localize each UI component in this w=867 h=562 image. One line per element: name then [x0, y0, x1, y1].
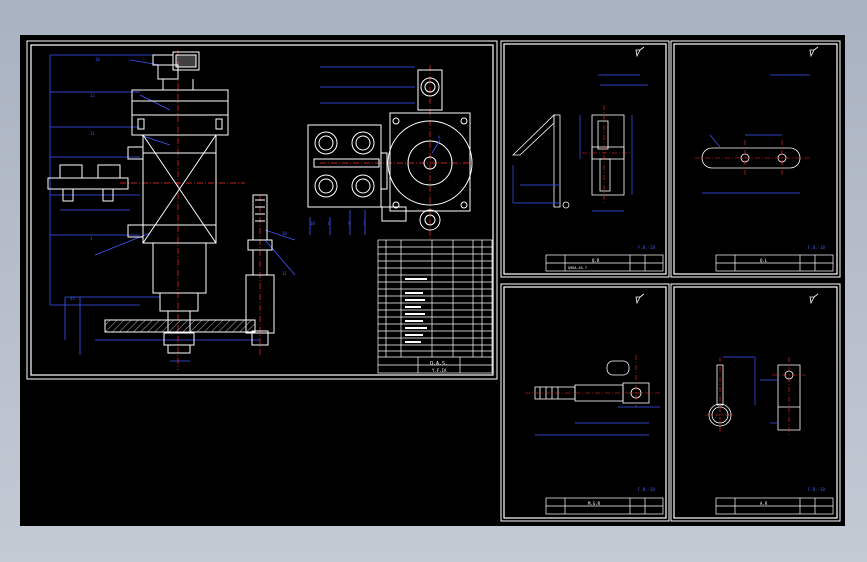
- svg-text:A: A: [438, 135, 441, 140]
- part-3-title: M.G.R: [588, 501, 601, 506]
- cad-drawing-svg: 18 12 11 1 45 10 11 10 8 9 7 A Q.A.S. Y.…: [26, 40, 841, 522]
- svg-text:1: 1: [90, 236, 93, 241]
- svg-text:12: 12: [90, 93, 95, 98]
- assembly-title: Q.A.S.: [430, 361, 448, 367]
- part-4-sheet-mark: F.B.-1B: [808, 487, 825, 492]
- part-1-title: Q.R: [592, 258, 600, 263]
- part-4-title: A.R: [760, 501, 768, 506]
- part-3-sheet-mark: F.B.-1B: [638, 487, 655, 492]
- svg-text:8: 8: [328, 221, 331, 226]
- part-drawing-1: Q.R Q98A.4S.7 F.B.-1B: [512, 46, 664, 272]
- cad-drawing-canvas[interactable]: 18 12 11 1 45 10 11 10 8 9 7 A Q.A.S. Y.…: [20, 35, 845, 526]
- part-drawing-3: M.G.R F.B.-1B: [525, 293, 664, 515]
- assembly-drawing: 18 12 11 1 45 10 11 10 8 9 7 A Q.A.S. Y.…: [47, 50, 493, 374]
- part-2-title: Q.L: [760, 258, 768, 263]
- part-1-material: Q98A.4S.7: [568, 266, 587, 270]
- svg-text:45: 45: [70, 296, 75, 301]
- svg-text:11: 11: [90, 131, 95, 136]
- svg-text:10: 10: [310, 221, 315, 226]
- part-1-sheet-mark: F.B.-1B: [638, 245, 655, 250]
- svg-text:9: 9: [348, 221, 351, 226]
- svg-text:7: 7: [363, 221, 366, 226]
- part-drawing-4: A.R F.B.-1B: [705, 293, 834, 515]
- svg-text:18: 18: [95, 57, 100, 62]
- svg-text:11: 11: [282, 271, 287, 276]
- assembly-drawing-number: Y.F.IA: [432, 368, 447, 373]
- part-2-sheet-mark: F.B.-1B: [808, 245, 825, 250]
- part-drawing-2: Q.L F.B.-1B: [695, 46, 834, 272]
- svg-text:10: 10: [282, 231, 287, 236]
